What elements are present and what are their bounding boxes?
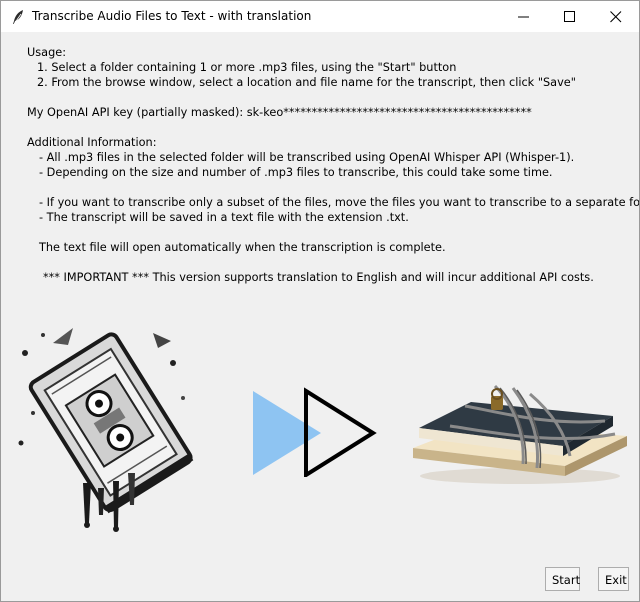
usage-step-2: 2. From the browse window, select a loca…	[37, 76, 576, 89]
feather-icon	[11, 9, 25, 25]
cassette-tape-image	[13, 323, 198, 537]
important-notice: *** IMPORTANT *** This version supports …	[43, 271, 594, 284]
maximize-icon	[564, 11, 575, 22]
title-bar[interactable]: Transcribe Audio Files to Text - with tr…	[1, 1, 639, 32]
minimize-button[interactable]	[501, 1, 547, 32]
info-line-5: The text file will open automatically wh…	[39, 241, 446, 254]
fast-forward-arrows-image	[251, 387, 377, 481]
instructions-text: Usage: 1. Select a folder containing 1 o…	[27, 45, 640, 285]
usage-step-1: 1. Select a folder containing 1 or more …	[37, 61, 457, 74]
info-line-3: - If you want to transcribe only a subse…	[39, 196, 640, 209]
close-button[interactable]	[593, 1, 639, 32]
app-window: Transcribe Audio Files to Text - with tr…	[0, 0, 640, 602]
close-icon	[610, 11, 622, 23]
info-line-2: - Depending on the size and number of .m…	[39, 166, 553, 179]
maximize-button[interactable]	[547, 1, 593, 32]
info-line-4: - The transcript will be saved in a text…	[39, 211, 409, 224]
additional-heading: Additional Information:	[27, 136, 157, 149]
chained-books-image	[405, 376, 631, 495]
start-button[interactable]: Start	[545, 567, 580, 591]
usage-heading: Usage:	[27, 46, 67, 59]
minimize-icon	[518, 16, 529, 18]
info-line-1: - All .mp3 files in the selected folder …	[39, 151, 575, 164]
api-key-line: My OpenAI API key (partially masked): sk…	[27, 106, 532, 119]
window-title: Transcribe Audio Files to Text - with tr…	[32, 9, 312, 23]
exit-button[interactable]: Exit	[598, 567, 629, 591]
